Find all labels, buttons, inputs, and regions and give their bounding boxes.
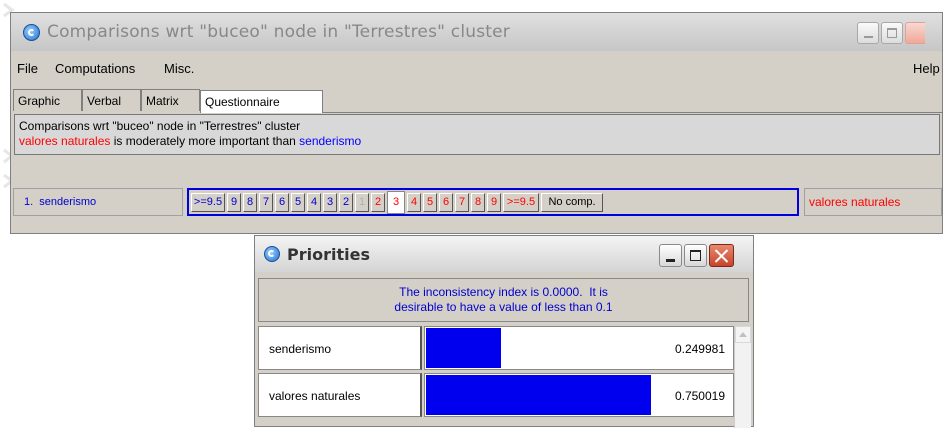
priorities-minimize-button[interactable] [659, 244, 682, 267]
priority-value: 0.750019 [674, 389, 725, 403]
priorities-close-button[interactable] [709, 244, 734, 267]
scale-right-9.5[interactable]: >=9.5 [503, 193, 539, 212]
scale-left-2[interactable]: 2 [339, 193, 353, 212]
minimize-button[interactable] [857, 22, 879, 44]
scale-left-4[interactable]: 4 [307, 193, 321, 212]
scale-left-9[interactable]: 9 [227, 193, 241, 212]
description-title: Comparisons wrt "buceo" node in "Terrest… [19, 119, 301, 133]
left-element-label: 1. senderismo [13, 188, 183, 216]
description-verbal: valores naturales is moderately more imp… [19, 134, 935, 149]
priority-name: senderismo [258, 326, 422, 370]
menu-file[interactable]: File [17, 61, 38, 76]
menu-bar: File Computations Misc. Help [11, 53, 942, 81]
comparison-scale: >=9.5 9 8 7 6 5 4 3 2 1 2 3 4 5 6 7 8 9 … [187, 188, 799, 216]
questionnaire-row: 1. senderismo >=9.5 9 8 7 6 5 4 3 2 1 2 … [13, 188, 942, 218]
window-title: Comparisons wrt "buceo" node in "Terrest… [47, 22, 510, 42]
scale-left-7[interactable]: 7 [259, 193, 273, 212]
tab-graphic[interactable]: Graphic [13, 89, 82, 111]
app-icon [23, 24, 40, 41]
scale-left-5[interactable]: 5 [291, 193, 305, 212]
comparisons-window: Comparisons wrt "buceo" node in "Terrest… [10, 12, 943, 234]
scale-right-8[interactable]: 8 [471, 193, 485, 212]
scale-right-2[interactable]: 2 [371, 193, 385, 212]
inconsistency-message: The inconsistency index is 0.0000. It is… [258, 278, 749, 322]
priority-bar [426, 375, 651, 415]
inconsistency-line-2: desirable to have a value of less than 0… [394, 300, 613, 314]
menu-computations[interactable]: Computations [55, 61, 135, 76]
scale-left-6[interactable]: 6 [275, 193, 289, 212]
scale-right-3-selected[interactable]: 3 [387, 191, 405, 214]
priority-row: valores naturales 0.750019 [258, 373, 734, 417]
close-button[interactable] [905, 22, 925, 44]
tab-divider [323, 112, 943, 113]
priority-value: 0.249981 [674, 342, 725, 356]
scale-right-5[interactable]: 5 [423, 193, 437, 212]
priorities-table: senderismo 0.249981 valores naturales 0.… [258, 326, 734, 428]
priorities-window: Priorities The inconsistency index is 0.… [254, 235, 754, 428]
maximize-button[interactable] [881, 22, 903, 44]
priority-bar [426, 328, 501, 368]
priority-row: senderismo 0.249981 [258, 326, 734, 370]
menu-misc[interactable]: Misc. [164, 61, 194, 76]
scale-left-8[interactable]: 8 [243, 193, 257, 212]
scale-equal-1[interactable]: 1 [355, 193, 369, 212]
priorities-maximize-button[interactable] [684, 244, 707, 267]
priority-bar-cell: 0.249981 [424, 326, 734, 370]
scale-left-9.5[interactable]: >=9.5 [191, 193, 225, 212]
tab-questionnaire[interactable]: Questionnaire [200, 90, 323, 113]
scale-right-7[interactable]: 7 [455, 193, 469, 212]
scale-right-4[interactable]: 4 [407, 193, 421, 212]
other-element: senderismo [299, 134, 362, 148]
app-icon [264, 246, 280, 262]
priority-bar-cell: 0.750019 [424, 373, 734, 417]
no-comparison-button[interactable]: No comp. [541, 193, 603, 212]
menu-help[interactable]: Help [913, 61, 940, 76]
dominant-element: valores naturales [19, 134, 111, 148]
scale-right-6[interactable]: 6 [439, 193, 453, 212]
tab-verbal[interactable]: Verbal [82, 89, 141, 111]
priorities-title-bar[interactable]: Priorities [255, 236, 753, 272]
description-verb: is moderately more important than [110, 134, 300, 148]
title-bar[interactable]: Comparisons wrt "buceo" node in "Terrest… [11, 13, 942, 51]
tab-matrix[interactable]: Matrix [141, 89, 200, 111]
scale-left-3[interactable]: 3 [323, 193, 337, 212]
scale-right-9[interactable]: 9 [487, 193, 501, 212]
comparison-description: Comparisons wrt "buceo" node in "Terrest… [14, 114, 940, 155]
right-element-label: valores naturales [804, 188, 942, 216]
scroll-up-arrow-icon[interactable] [735, 326, 751, 343]
inconsistency-line-1: The inconsistency index is 0.0000. It is [399, 285, 608, 299]
priorities-title: Priorities [287, 245, 370, 264]
priorities-scrollbar[interactable] [734, 326, 751, 428]
priority-name: valores naturales [258, 373, 422, 417]
